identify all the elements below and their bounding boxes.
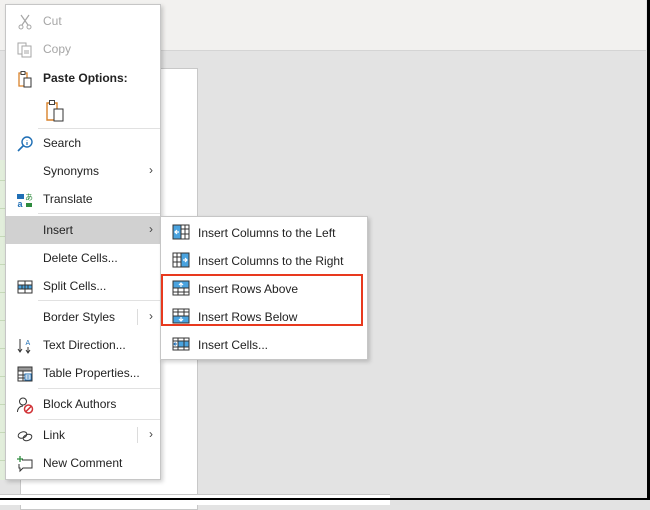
menu-item-label: Copy xyxy=(43,42,72,56)
menu-item-label: Cut xyxy=(43,14,62,28)
menu-item-border-styles[interactable]: Border Styles › xyxy=(6,303,160,331)
menu-item-table-properties[interactable]: Table Properties... xyxy=(6,359,160,387)
paste-option-keep-text[interactable] xyxy=(6,95,160,127)
submenu-item-label: Insert Columns to the Left xyxy=(198,226,336,240)
menu-item-label: Translate xyxy=(43,192,93,206)
chevron-right-icon[interactable]: › xyxy=(149,427,153,441)
menu-separator xyxy=(38,388,160,389)
menu-item-synonyms[interactable]: Synonyms › xyxy=(6,157,160,185)
split-divider xyxy=(137,309,138,325)
menu-item-label: Text Direction... xyxy=(43,338,126,352)
insert-columns-left-icon xyxy=(172,224,190,240)
svg-text:A: A xyxy=(26,340,31,347)
menu-separator xyxy=(38,213,160,214)
menu-item-delete-cells[interactable]: Delete Cells... xyxy=(6,244,160,272)
submenu-item-insert-cells[interactable]: Insert Cells... xyxy=(161,330,367,358)
menu-item-new-comment[interactable]: New Comment xyxy=(6,449,160,477)
menu-item-translate[interactable]: aあ Translate xyxy=(6,185,160,213)
scissors-icon xyxy=(18,14,32,30)
svg-text:a: a xyxy=(18,199,24,209)
split-cells-icon xyxy=(17,280,33,294)
chevron-right-icon: › xyxy=(149,222,153,236)
menu-item-label: Search xyxy=(43,136,82,150)
split-divider xyxy=(137,427,138,443)
menu-item-link[interactable]: Link › xyxy=(6,421,160,449)
menu-item-label: Table Properties... xyxy=(43,366,140,380)
submenu-item-insert-columns-right[interactable]: Insert Columns to the Right xyxy=(161,246,367,274)
paste-keep-text-icon xyxy=(46,100,64,122)
submenu-item-insert-columns-left[interactable]: Insert Columns to the Left xyxy=(161,218,367,246)
context-menu: Cut Copy Paste Options: Search Synonyms … xyxy=(5,4,161,480)
new-comment-icon xyxy=(17,456,33,473)
translate-icon: aあ xyxy=(17,193,33,209)
menu-item-label: Insert xyxy=(43,223,74,237)
menu-item-label: New Comment xyxy=(43,456,123,470)
menu-item-cut[interactable]: Cut xyxy=(6,7,160,35)
menu-item-block-authors[interactable]: Block Authors xyxy=(6,390,160,418)
menu-item-insert[interactable]: Insert › xyxy=(6,216,160,244)
copy-icon xyxy=(17,42,32,58)
insert-cells-icon xyxy=(172,337,190,351)
menu-item-text-direction[interactable]: A Text Direction... xyxy=(6,331,160,359)
svg-text:あ: あ xyxy=(25,193,33,202)
submenu-item-label: Insert Columns to the Right xyxy=(198,254,344,268)
block-authors-icon xyxy=(17,397,34,414)
menu-item-label: Synonyms xyxy=(43,164,100,178)
chevron-right-icon: › xyxy=(149,163,153,177)
table-properties-icon xyxy=(17,366,33,382)
submenu-item-label: Insert Cells... xyxy=(198,338,269,352)
paste-options-header: Paste Options: xyxy=(6,64,160,92)
paste-icon xyxy=(18,71,32,88)
menu-item-label: Link xyxy=(43,428,66,442)
menu-item-label: Delete Cells... xyxy=(43,251,118,265)
menu-item-label: Paste Options: xyxy=(43,71,128,85)
chevron-right-icon[interactable]: › xyxy=(149,309,153,323)
menu-item-search[interactable]: Search xyxy=(6,129,160,157)
menu-separator xyxy=(38,300,160,301)
menu-item-label: Block Authors xyxy=(43,397,117,411)
text-direction-icon: A xyxy=(17,339,31,354)
link-icon xyxy=(17,431,33,442)
menu-item-label: Split Cells... xyxy=(43,279,107,293)
menu-item-split-cells[interactable]: Split Cells... xyxy=(6,272,160,300)
menu-item-copy[interactable]: Copy xyxy=(6,35,160,63)
insert-columns-right-icon xyxy=(172,252,190,268)
menu-separator xyxy=(38,419,160,420)
highlight-annotation-box xyxy=(161,274,363,326)
search-icon xyxy=(17,136,33,152)
menu-item-label: Border Styles xyxy=(43,310,116,324)
